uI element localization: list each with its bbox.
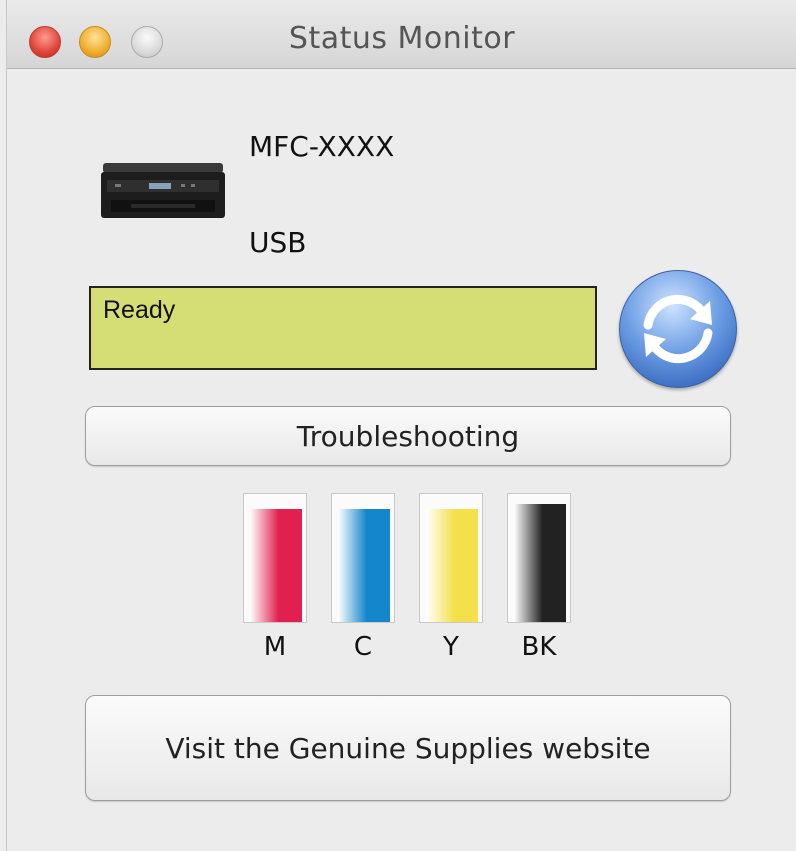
ink-cartridge-y xyxy=(419,493,483,623)
status-monitor-window: Status Monitor MFC-XXXX USB Ready Troubl… xyxy=(6,0,796,851)
window-title: Status Monitor xyxy=(288,21,516,56)
refresh-button[interactable] xyxy=(619,270,737,388)
refresh-icon xyxy=(643,294,713,364)
title-bar: Status Monitor xyxy=(7,0,796,69)
ink-cartridge-c xyxy=(331,493,395,623)
troubleshooting-button[interactable]: Troubleshooting xyxy=(85,406,731,466)
ink-cartridge-bk xyxy=(507,493,571,623)
connection-type: USB xyxy=(249,226,307,259)
ink-label-bk: BK xyxy=(521,632,557,662)
device-model: MFC-XXXX xyxy=(249,130,395,163)
status-text: Ready xyxy=(103,296,176,324)
ink-label-m: M xyxy=(263,632,287,662)
ink-level-c xyxy=(338,509,390,622)
status-display: Ready xyxy=(89,286,597,370)
ink-level-y xyxy=(426,509,478,622)
ink-label-y: Y xyxy=(443,632,459,662)
ink-cartridge-m xyxy=(243,493,307,623)
ink-level-bk xyxy=(514,504,566,622)
ink-level-m xyxy=(250,509,302,622)
printer-icon xyxy=(101,160,225,220)
ink-label-c: C xyxy=(353,632,373,662)
visit-supplies-button[interactable]: Visit the Genuine Supplies website xyxy=(85,695,731,801)
